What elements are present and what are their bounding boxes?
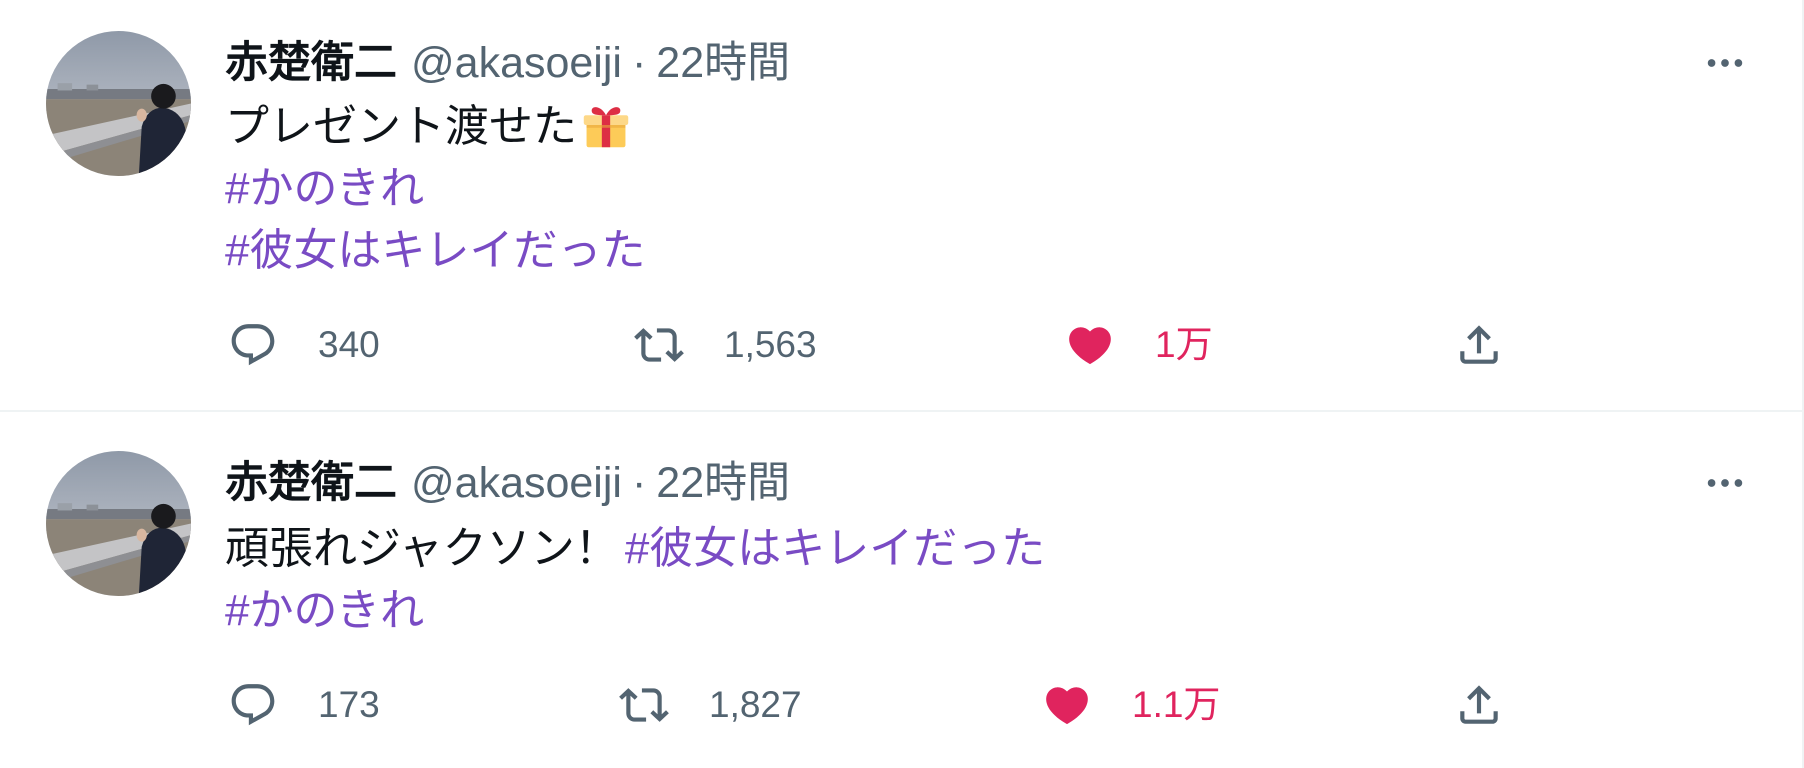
author-name[interactable]: 赤楚衛二	[225, 459, 397, 507]
reply-button[interactable]: 340	[228, 320, 380, 370]
reply-icon	[228, 320, 278, 370]
reply-count: 340	[318, 324, 380, 365]
reply-count: 173	[318, 684, 380, 725]
retweet-count: 1,563	[724, 324, 817, 365]
avatar[interactable]	[46, 31, 191, 176]
text-line: プレゼント渡せた	[225, 96, 645, 158]
timestamp[interactable]: 22時間	[656, 39, 790, 87]
reply-button[interactable]: 173	[228, 680, 380, 730]
hashtag-link[interactable]: #彼女はキレイだった	[625, 524, 1045, 573]
text-line: 頑張れジャクソン！ #彼女はキレイだった	[225, 518, 1045, 580]
text-line: #彼女はキレイだった	[225, 220, 645, 282]
gift-icon	[581, 100, 631, 150]
separator: ·	[631, 39, 647, 87]
tweet-header: 赤楚衛二 @akasoeiji · 22時間	[225, 32, 790, 94]
share-button[interactable]	[1454, 320, 1504, 370]
hashtag-link[interactable]: #かのきれ	[225, 164, 424, 213]
more-icon	[1707, 59, 1743, 67]
share-button[interactable]	[1454, 680, 1504, 730]
body-text: 頑張れジャクソン！	[225, 524, 619, 573]
retweet-button[interactable]: 1,563	[634, 320, 817, 370]
share-icon	[1454, 320, 1504, 370]
hashtag-link[interactable]: #かのきれ	[225, 586, 424, 635]
share-icon	[1454, 680, 1504, 730]
timeline: 赤楚衛二 @akasoeiji · 22時間 プレゼント渡せた #かのきれ #彼女はキ…	[0, 0, 1804, 768]
author-handle[interactable]: @akasoeiji	[411, 39, 622, 87]
text-line: #かのきれ	[225, 580, 1045, 642]
reply-icon	[228, 680, 278, 730]
tweet[interactable]: 赤楚衛二 @akasoeiji · 22時間 プレゼント渡せた #かのきれ #彼女はキ…	[0, 0, 1802, 412]
tweet-text: 頑張れジャクソン！ #彼女はキレイだった #かのきれ	[225, 518, 1045, 642]
tweet-header: 赤楚衛二 @akasoeiji · 22時間	[225, 452, 790, 514]
heart-icon	[1042, 680, 1092, 730]
avatar-photo	[46, 451, 191, 596]
retweet-icon	[619, 680, 669, 730]
retweet-button[interactable]: 1,827	[619, 680, 802, 730]
like-count: 1万	[1155, 324, 1213, 365]
separator: ·	[631, 459, 647, 507]
like-button[interactable]: 1万	[1065, 320, 1213, 370]
retweet-count: 1,827	[709, 684, 802, 725]
hashtag-link[interactable]: #彼女はキレイだった	[225, 226, 645, 275]
like-count: 1.1万	[1132, 684, 1221, 725]
more-icon	[1707, 479, 1743, 487]
avatar-photo	[46, 31, 191, 176]
author-handle[interactable]: @akasoeiji	[411, 459, 622, 507]
retweet-icon	[634, 320, 684, 370]
more-button[interactable]	[1702, 460, 1748, 506]
timestamp[interactable]: 22時間	[656, 459, 790, 507]
heart-icon	[1065, 320, 1115, 370]
tweet[interactable]: 赤楚衛二 @akasoeiji · 22時間 頑張れジャクソン！ #彼女はキレイだった …	[0, 414, 1802, 768]
like-button[interactable]: 1.1万	[1042, 680, 1220, 730]
body-text: プレゼント渡せた	[225, 102, 577, 151]
text-line: #かのきれ	[225, 158, 645, 220]
author-name[interactable]: 赤楚衛二	[225, 39, 397, 87]
more-button[interactable]	[1702, 40, 1748, 86]
tweet-text: プレゼント渡せた #かのきれ #彼女はキレイだった	[225, 96, 645, 282]
avatar[interactable]	[46, 451, 191, 596]
